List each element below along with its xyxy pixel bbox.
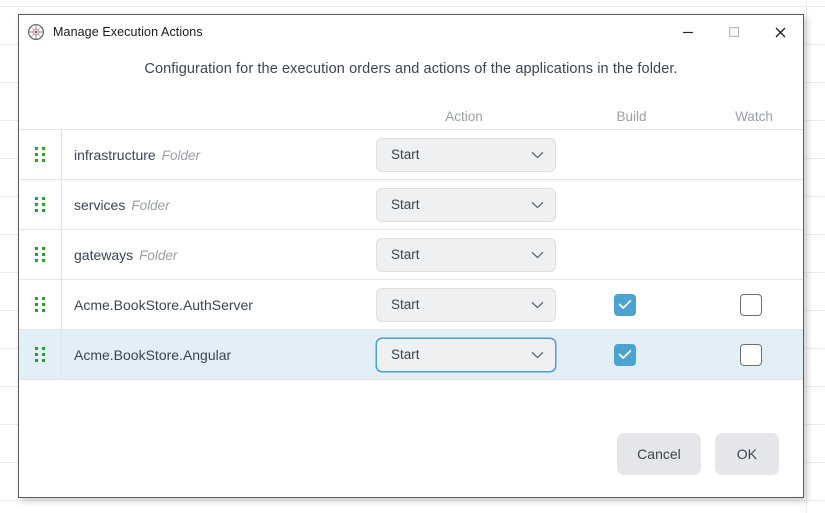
build-checkbox-cell [605,344,645,366]
drag-handle[interactable] [19,180,61,229]
manage-execution-actions-dialog: Manage Execution Actions Configuration f… [18,14,804,498]
row-name-label: Acme.BookStore.Angular [74,347,231,363]
chevron-down-icon [531,351,544,359]
row-name-label: gateways [74,247,133,263]
table-row[interactable]: Acme.BookStore.Angular Start [19,330,803,380]
chevron-down-icon [531,151,544,159]
table-row[interactable]: gateways Folder Start [19,230,803,280]
dialog-titlebar[interactable]: Manage Execution Actions [19,15,803,49]
action-select[interactable]: Start [376,288,556,322]
action-cell: Start [376,288,556,322]
row-name-label: services [74,197,125,213]
table-row[interactable]: Acme.BookStore.AuthServer Start [19,280,803,330]
table-row[interactable]: services Folder Start [19,180,803,230]
drag-handle-icon [35,297,45,312]
check-icon [618,299,632,310]
minimize-button[interactable] [665,15,711,49]
action-select-value: Start [391,247,531,262]
cancel-button[interactable]: Cancel [617,433,701,475]
minimize-icon [681,25,695,39]
row-type-tag: Folder [162,148,200,163]
action-select-value: Start [391,147,531,162]
column-header-watch: Watch [691,109,817,124]
row-name-label: infrastructure [74,147,156,163]
dialog-subtitle: Configuration for the execution orders a… [19,49,803,77]
action-cell: Start [376,338,556,372]
build-checkbox-cell [605,294,645,316]
action-cell: Start [376,138,556,172]
ok-button[interactable]: OK [715,433,779,475]
window-controls [665,15,803,49]
column-header-action: Action [369,109,559,124]
maximize-button[interactable] [711,15,757,49]
drag-handle-icon [35,197,45,212]
drag-handle-icon [35,247,45,262]
action-select[interactable]: Start [376,238,556,272]
drag-handle[interactable] [19,130,61,179]
watch-checkbox[interactable] [740,294,762,316]
action-select-value: Start [391,347,531,362]
chevron-down-icon [531,301,544,309]
maximize-icon [727,25,741,39]
check-icon [618,349,632,360]
build-checkbox[interactable] [614,344,636,366]
column-header-build: Build [564,109,699,124]
dialog-title: Manage Execution Actions [53,25,203,39]
close-button[interactable] [757,15,803,49]
row-type-tag: Folder [139,248,177,263]
action-select[interactable]: Start [376,338,556,372]
watch-checkbox[interactable] [740,344,762,366]
row-name-label: Acme.BookStore.AuthServer [74,297,253,313]
build-checkbox[interactable] [614,294,636,316]
drag-handle-icon [35,147,45,162]
close-icon [773,25,788,40]
action-cell: Start [376,238,556,272]
chevron-down-icon [531,251,544,259]
drag-handle[interactable] [19,280,61,329]
dialog-footer: Cancel OK [19,433,803,497]
table-row[interactable]: infrastructure Folder Start [19,130,803,180]
watch-checkbox-cell [731,294,771,316]
drag-handle[interactable] [19,230,61,279]
drag-handle-icon [35,347,45,362]
row-type-tag: Folder [131,198,169,213]
watch-checkbox-cell [731,344,771,366]
table-column-header: Action Build Watch [19,95,803,130]
chevron-down-icon [531,201,544,209]
drag-handle[interactable] [19,330,61,379]
action-select[interactable]: Start [376,188,556,222]
action-select-value: Start [391,197,531,212]
action-cell: Start [376,188,556,222]
action-select[interactable]: Start [376,138,556,172]
execution-actions-table: infrastructure Folder Start services Folder S… [19,130,803,380]
action-select-value: Start [391,297,531,312]
app-logo-icon [27,23,45,41]
